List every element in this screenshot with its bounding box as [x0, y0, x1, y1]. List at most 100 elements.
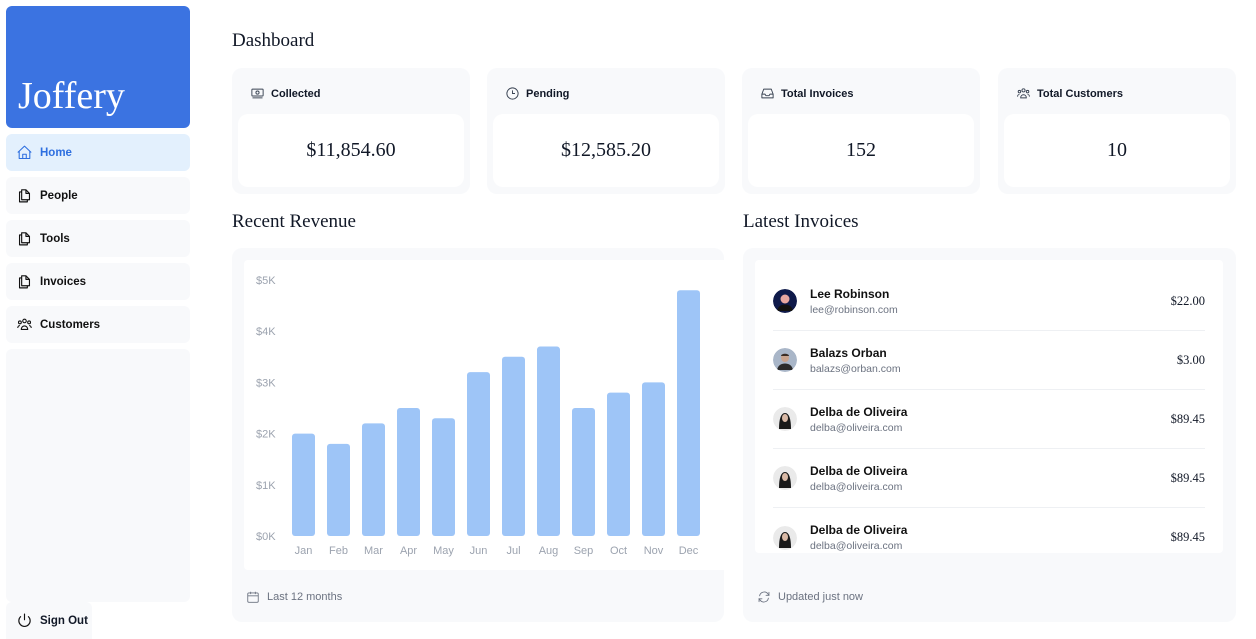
power-icon [18, 613, 31, 627]
invoice-amount: $3.00 [1176, 352, 1205, 367]
revenue-footer: Last 12 months [267, 591, 343, 603]
y-tick-label: $1K [256, 480, 276, 492]
invoices-panel: Lee Robinson lee@robinson.com $22.00 Bal… [743, 248, 1236, 622]
y-tick-label: $0K [256, 531, 276, 543]
refresh-icon [758, 591, 770, 603]
calendar-icon [247, 591, 259, 603]
card-total-invoices: Total Invoices 152 [742, 68, 980, 194]
invoice-customer-email: balazs@orban.com [810, 362, 901, 375]
avatar [773, 289, 797, 313]
document-duplicate-icon [18, 189, 31, 203]
page-title: Dashboard [232, 30, 315, 51]
sidebar-item-people[interactable]: People [6, 177, 190, 214]
avatar [773, 525, 797, 550]
card-label: Collected [271, 87, 321, 100]
clock-icon [506, 87, 519, 100]
sidebar-item-label: Tools [40, 232, 70, 245]
x-tick-label: Feb [329, 545, 348, 557]
x-tick-label: Nov [644, 545, 664, 557]
avatar [773, 348, 797, 372]
invoice-row[interactable]: Balazs Orban balazs@orban.com $3.00 [773, 331, 1205, 390]
invoice-customer-name: Delba de Oliveira [810, 404, 908, 419]
invoice-amount: $22.00 [1170, 293, 1205, 308]
card-collected: Collected $11,854.60 [232, 68, 470, 194]
banknotes-icon [251, 88, 264, 99]
home-icon [17, 145, 32, 160]
sidebar-item-label: Invoices [40, 275, 87, 288]
sidebar: Joffery Home People Tools Invoices Custo… [6, 6, 190, 639]
sidebar-item-label: People [40, 189, 78, 202]
revenue-bar-feb[interactable] [327, 443, 350, 536]
revenue-bar-jun[interactable] [467, 372, 490, 536]
sidebar-item-tools[interactable]: Tools [6, 220, 190, 257]
brand-logo[interactable]: Joffery [6, 6, 190, 128]
sign-out-button[interactable]: Sign Out [6, 602, 92, 639]
sidebar-item-label: Customers [40, 318, 101, 331]
invoice-customer-name: Delba de Oliveira [810, 463, 908, 478]
sidebar-item-label: Home [40, 146, 72, 159]
invoice-customer-email: lee@robinson.com [810, 303, 898, 316]
invoice-customer-name: Delba de Oliveira [810, 523, 908, 537]
card-value: $12,585.20 [493, 114, 719, 187]
revenue-title: Recent Revenue [232, 211, 356, 232]
x-tick-label: Aug [539, 545, 559, 557]
revenue-bar-aug[interactable] [537, 346, 560, 536]
user-group-icon [17, 318, 32, 330]
sidebar-item-customers[interactable]: Customers [6, 306, 190, 343]
invoices-title: Latest Invoices [743, 211, 859, 232]
x-tick-label: Jun [470, 545, 488, 557]
revenue-bar-nov[interactable] [642, 382, 665, 536]
document-duplicate-icon [18, 275, 31, 289]
brand-name: Joffery [18, 75, 125, 117]
y-tick-label: $5K [256, 275, 276, 287]
card-label: Total Invoices [781, 87, 854, 100]
card-value: 152 [748, 114, 974, 187]
user-group-icon [1017, 88, 1030, 99]
invoice-customer-email: delba@oliveira.com [810, 480, 903, 493]
invoice-row[interactable]: Delba de Oliveira delba@oliveira.com $89… [773, 449, 1205, 508]
avatar [773, 407, 797, 431]
invoice-amount: $89.45 [1170, 470, 1205, 485]
revenue-bar-jul[interactable] [502, 356, 525, 536]
card-label: Total Customers [1037, 87, 1123, 100]
avatar [773, 466, 797, 490]
revenue-bar-mar[interactable] [362, 423, 385, 536]
revenue-chart-svg: $0K $1K $2K $3K $4K $5K Jan Feb Mar Apr May Jun Jul A… [256, 275, 700, 557]
card-total-customers: Total Customers 10 [998, 68, 1236, 194]
x-tick-label: Jul [506, 545, 520, 557]
invoices-footer: Updated just now [778, 591, 863, 603]
x-tick-label: Oct [610, 545, 627, 557]
invoice-customer-email: delba@oliveira.com [810, 540, 903, 552]
x-tick-label: May [433, 545, 454, 557]
y-tick-label: $3K [256, 377, 276, 389]
revenue-panel: $0K $1K $2K $3K $4K $5K Jan Feb Mar Apr May Jun Jul A… [232, 248, 728, 622]
revenue-bar-oct[interactable] [607, 392, 630, 536]
sidebar-item-home[interactable]: Home [6, 134, 190, 171]
y-tick-label: $2K [256, 429, 276, 441]
invoice-amount: $89.45 [1170, 411, 1205, 426]
card-value: $11,854.60 [238, 114, 464, 187]
card-value: 10 [1004, 114, 1230, 187]
revenue-bar-jan[interactable] [292, 433, 315, 536]
sidebar-item-invoices[interactable]: Invoices [6, 263, 190, 300]
revenue-bar-apr[interactable] [397, 408, 420, 536]
invoice-row[interactable]: Delba de Oliveira delba@oliveira.com $89… [773, 390, 1205, 449]
invoice-row[interactable]: Lee Robinson lee@robinson.com $22.00 [773, 272, 1205, 331]
invoice-row[interactable]: Delba de Oliveira delba@oliveira.com $89… [773, 508, 1205, 567]
x-tick-label: Dec [679, 545, 699, 557]
invoice-customer-name: Balazs Orban [810, 345, 887, 360]
inbox-icon [761, 88, 774, 99]
x-tick-label: Jan [295, 545, 313, 557]
revenue-bar-may[interactable] [432, 418, 455, 536]
card-label: Pending [526, 87, 570, 100]
revenue-bar-dec[interactable] [677, 290, 700, 536]
revenue-chart: $0K $1K $2K $3K $4K $5K Jan Feb Mar Apr May Jun Jul A… [244, 260, 728, 570]
x-tick-label: Apr [400, 545, 417, 557]
card-pending: Pending $12,585.20 [487, 68, 725, 194]
revenue-bar-sep[interactable] [572, 408, 595, 536]
y-tick-label: $4K [256, 326, 276, 338]
invoice-customer-name: Lee Robinson [810, 286, 890, 301]
invoice-amount: $89.45 [1170, 530, 1205, 544]
x-tick-label: Sep [574, 545, 594, 557]
sign-out-label: Sign Out [40, 614, 88, 627]
